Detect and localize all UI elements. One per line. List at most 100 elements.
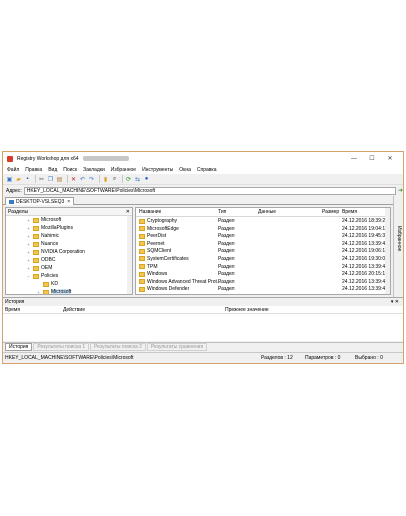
tree-item[interactable]: + ODBC xyxy=(6,256,132,264)
folder-icon xyxy=(33,217,39,223)
undo-icon[interactable]: ↶ xyxy=(79,176,86,183)
computer-icon[interactable]: ▣ xyxy=(6,176,13,183)
expander-icon[interactable]: + xyxy=(26,266,31,271)
row-name: Windows xyxy=(147,271,168,278)
address-label: Адрес: xyxy=(6,187,22,194)
list-row[interactable]: MicrosoftEdge Раздел 24.12.2016 19:04:16 xyxy=(136,225,390,233)
computer-icon xyxy=(9,199,14,204)
go-arrow-icon[interactable]: ➜ xyxy=(398,187,403,194)
menu-tools[interactable]: Инструменты xyxy=(142,167,173,173)
folder-icon xyxy=(33,225,39,231)
history-columns: Время Действие Прежнее значение xyxy=(3,306,403,314)
folder-icon xyxy=(43,281,49,287)
favorites-sidebar[interactable]: Избранное xyxy=(393,196,403,298)
maximize-button[interactable]: ☐ xyxy=(363,152,381,165)
blurred-title-part xyxy=(82,156,129,161)
list-row[interactable]: Windows Defender Раздел 24.12.2016 13:39:4… xyxy=(136,285,390,293)
column-data[interactable]: Данные xyxy=(258,208,276,216)
list-row[interactable]: Windows Advanced Threat Prot... Раздел 24.… xyxy=(136,278,390,286)
column-time[interactable]: Время xyxy=(342,208,357,216)
minimize-button[interactable]: — xyxy=(345,152,363,165)
list-row[interactable]: PeerDist Раздел 24.12.2016 19:45:34 xyxy=(136,232,390,240)
history-column-time[interactable]: Время xyxy=(5,306,20,314)
history-pin-close-icon[interactable]: ▾ ✕ xyxy=(391,299,399,305)
refresh-icon[interactable]: ⟳ xyxy=(125,176,132,183)
folder-icon xyxy=(33,241,39,247)
tree-item[interactable]: + OEM xyxy=(6,264,132,272)
redo-icon[interactable]: ↷ xyxy=(88,176,95,183)
list-row[interactable]: SQMClient Раздел 24.12.2016 19:06:19 xyxy=(136,247,390,255)
menu-edit[interactable]: Правка xyxy=(25,167,42,173)
tab-search-results-2[interactable]: Результаты поиска 2 xyxy=(90,343,146,351)
close-button[interactable]: ✕ xyxy=(381,152,399,165)
tree-scrollbar[interactable] xyxy=(127,216,132,294)
new-key-icon[interactable]: ▮ xyxy=(102,176,109,183)
history-column-action[interactable]: Действие xyxy=(63,306,85,314)
tree-item[interactable]: + NVIDIA Corporation xyxy=(6,248,132,256)
tree-item[interactable]: KD xyxy=(6,280,132,288)
expander-icon[interactable]: − xyxy=(26,274,31,279)
menu-view[interactable]: Вид xyxy=(48,167,57,173)
list-row[interactable]: Windows Раздел 24.12.2016 20:15:13 xyxy=(136,270,390,278)
expander-icon[interactable]: + xyxy=(26,226,31,231)
close-panel-icon[interactable]: ✕ xyxy=(126,209,132,215)
list-row[interactable]: Peernet Раздел 24.12.2016 13:39:48 xyxy=(136,240,390,248)
close-tab-icon[interactable]: × xyxy=(67,199,70,205)
folder-icon xyxy=(33,273,39,279)
tree-item-label: NVIDIA Corporation xyxy=(41,249,85,255)
title-bar[interactable]: Registry Workshop для x64 — ☐ ✕ xyxy=(3,152,403,165)
menu-search[interactable]: Поиск xyxy=(63,167,77,173)
paste-icon[interactable]: ▤ xyxy=(56,176,63,183)
list-row[interactable]: TPM Раздел 24.12.2016 13:39:48 xyxy=(136,263,390,271)
list-row[interactable]: Cryptography Раздел 24.12.2016 18:39:22 xyxy=(136,217,390,225)
list-scrollbar[interactable] xyxy=(385,208,390,294)
expander-icon[interactable]: + xyxy=(26,250,31,255)
tab-search-results-1[interactable]: Результаты поиска 1 xyxy=(33,343,90,351)
tree-item-label: ODBC xyxy=(41,257,56,263)
row-name: Peernet xyxy=(147,240,165,247)
tree-item-label: OEM xyxy=(41,265,53,271)
expander-icon[interactable]: + xyxy=(36,290,41,295)
tree-header-label: Разделы xyxy=(8,208,29,215)
compare-icon[interactable]: ⇆ xyxy=(134,176,141,183)
tab-history[interactable]: История xyxy=(5,343,33,351)
folder-icon xyxy=(139,218,145,224)
tree-item[interactable]: + Microsoft xyxy=(6,288,132,295)
tree-item[interactable]: + Nuance xyxy=(6,240,132,248)
tree-item[interactable]: − Policies xyxy=(6,272,132,280)
history-title: История xyxy=(5,299,25,305)
status-path: HKEY_LOCAL_MACHINE\SOFTWARE\Policies\Mic… xyxy=(5,355,134,361)
folder-icon xyxy=(139,226,145,232)
column-name[interactable]: Название xyxy=(139,208,161,216)
column-size[interactable]: Размер xyxy=(322,208,339,216)
list-row[interactable]: SystemCertificates Раздел 24.12.2016 19:30… xyxy=(136,255,390,263)
tree-item[interactable]: + Nahimic xyxy=(6,232,132,240)
folder-icon xyxy=(139,271,145,277)
save-icon[interactable]: ▪ xyxy=(24,176,31,183)
menu-bookmarks[interactable]: Закладки xyxy=(83,167,105,173)
expander-icon[interactable]: + xyxy=(26,234,31,239)
cut-icon[interactable]: ✂ xyxy=(38,176,45,183)
column-type[interactable]: Тип xyxy=(218,208,226,216)
tree-item[interactable]: + Microsoft xyxy=(6,216,132,224)
status-sections: Разделов : 12 xyxy=(261,355,293,361)
address-input[interactable]: HKEY_LOCAL_MACHINE\SOFTWARE\Policies\Mic… xyxy=(23,186,396,195)
open-icon[interactable]: ▰ xyxy=(15,176,22,183)
delete-icon[interactable]: ✕ xyxy=(70,176,77,183)
menu-favorites[interactable]: Избранное xyxy=(111,167,136,173)
help-icon[interactable]: ● xyxy=(143,176,150,183)
expander-icon[interactable]: + xyxy=(26,242,31,247)
host-tab[interactable]: DESKTOP-VSLSEQ3 × xyxy=(5,197,75,205)
row-name: TPM xyxy=(147,263,158,270)
menu-help[interactable]: Справка xyxy=(197,167,217,173)
copy-icon[interactable]: ❐ xyxy=(47,176,54,183)
menu-windows[interactable]: Окна xyxy=(179,167,191,173)
find-icon[interactable]: ⌕ xyxy=(111,176,118,183)
history-column-previous[interactable]: Прежнее значение xyxy=(225,306,269,314)
folder-icon xyxy=(33,233,39,239)
tree-item[interactable]: + MozillaPlugins xyxy=(6,224,132,232)
tab-compare-results[interactable]: Результаты сравнения xyxy=(146,343,208,351)
expander-icon[interactable]: + xyxy=(26,218,31,223)
menu-file[interactable]: Файл xyxy=(7,167,19,173)
expander-icon[interactable]: + xyxy=(26,258,31,263)
